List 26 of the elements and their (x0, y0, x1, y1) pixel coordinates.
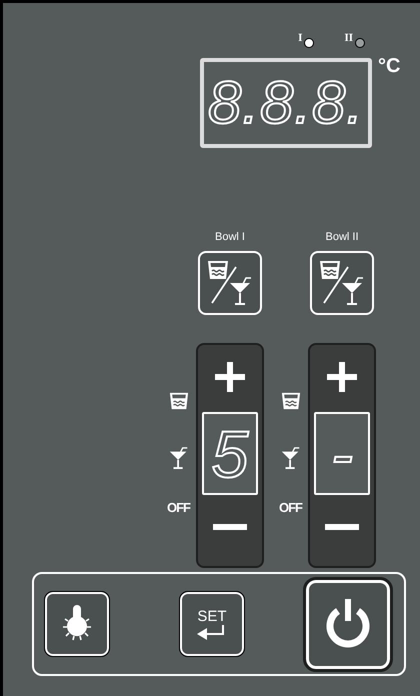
bowl-mode-button[interactable] (310, 251, 374, 315)
glass-icon (280, 391, 302, 411)
level-display: 5 (202, 412, 258, 495)
glass-cocktail-icon (206, 259, 254, 307)
set-button[interactable]: SET (180, 592, 244, 656)
temperature-display: 8.8.8. (200, 58, 372, 148)
plus-icon (325, 360, 359, 394)
indicator-label: I (298, 33, 302, 44)
cocktail-icon (168, 445, 190, 471)
indicator-label: II (344, 33, 353, 44)
cocktail-icon (280, 445, 302, 471)
bowl-label: Bowl I (215, 232, 245, 243)
light-bulb-icon (60, 605, 94, 643)
glass-cocktail-icon (318, 259, 366, 307)
off-label: OFF (167, 501, 190, 514)
power-icon (325, 599, 371, 649)
plus-icon (213, 360, 247, 394)
bowl-label: Bowl II (325, 232, 358, 243)
bowl-mode-button[interactable] (198, 251, 262, 315)
level-display: - (314, 412, 370, 495)
glass-icon (168, 391, 190, 411)
minus-icon (325, 524, 359, 530)
light-button[interactable] (45, 592, 109, 656)
off-label: OFF (279, 501, 302, 514)
minus-icon (213, 524, 247, 530)
unit-label: °C (378, 56, 400, 76)
